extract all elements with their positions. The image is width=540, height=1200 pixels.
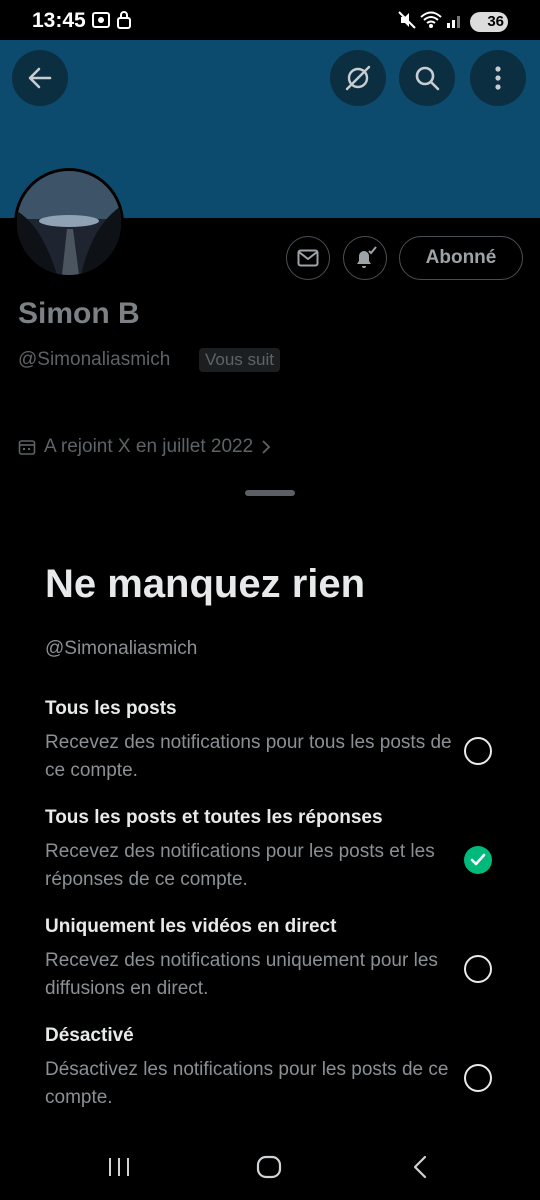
option-title: Tous les posts et toutes les réponses [45, 807, 383, 828]
option-description: Recevez des notifications pour les posts… [45, 841, 435, 890]
subscribed-button[interactable]: Abonné [399, 236, 523, 280]
profile-handle: @Simonaliasmich [18, 349, 171, 370]
calendar-icon [18, 440, 36, 455]
follows-you-badge: Vous suit [199, 348, 280, 372]
message-button[interactable] [286, 236, 330, 280]
status-time: 13:45 [32, 9, 86, 32]
status-bar: 13:45 36 [0, 0, 540, 40]
more-button[interactable] [470, 50, 526, 106]
avatar-photo [17, 171, 121, 275]
avatar[interactable] [14, 168, 124, 278]
bell-check-icon [357, 246, 377, 268]
wifi-icon [420, 11, 442, 28]
chevron-right-icon [262, 440, 271, 454]
battery-icon: 36 [470, 12, 508, 32]
system-nav-bar [0, 1130, 540, 1200]
option-title: Uniquement les vidéos en direct [45, 916, 337, 937]
option-description: Recevez des notifications uniquement pou… [45, 950, 438, 999]
home-icon[interactable] [256, 1155, 282, 1179]
screenshot-icon [92, 12, 110, 28]
sheet-title: Ne manquez rien [45, 562, 366, 606]
back-button[interactable] [12, 50, 68, 106]
translate-toggle-button[interactable] [330, 50, 386, 106]
radio-posts-and-replies[interactable] [464, 846, 492, 874]
option-description: Recevez des notifications pour tous les … [45, 732, 452, 781]
lock-icon [117, 11, 131, 29]
sheet-drag-handle[interactable] [245, 490, 295, 496]
translate-off-icon [345, 65, 371, 91]
mail-icon [297, 249, 319, 267]
back-icon[interactable] [411, 1154, 429, 1180]
search-button[interactable] [399, 50, 455, 106]
option-description: Désactivez les notifications pour les po… [45, 1059, 449, 1108]
profile-name: Simon B [18, 297, 140, 330]
notifications-button[interactable] [343, 236, 387, 280]
joined-date-text: A rejoint X en juillet 2022 [44, 436, 254, 457]
mute-icon [398, 11, 416, 29]
signal-icon [447, 16, 460, 28]
radio-all-posts[interactable] [464, 737, 492, 765]
option-title: Tous les posts [45, 698, 177, 719]
more-vertical-icon [495, 66, 501, 90]
search-icon [415, 66, 440, 91]
recents-icon[interactable] [107, 1156, 131, 1178]
joined-date-row[interactable]: A rejoint X en juillet 2022 [18, 436, 271, 458]
check-icon [470, 853, 486, 866]
arrow-left-icon [28, 67, 52, 89]
option-title: Désactivé [45, 1025, 134, 1046]
radio-disabled[interactable] [464, 1064, 492, 1092]
radio-live-videos[interactable] [464, 955, 492, 983]
sheet-handle: @Simonaliasmich [45, 638, 198, 659]
